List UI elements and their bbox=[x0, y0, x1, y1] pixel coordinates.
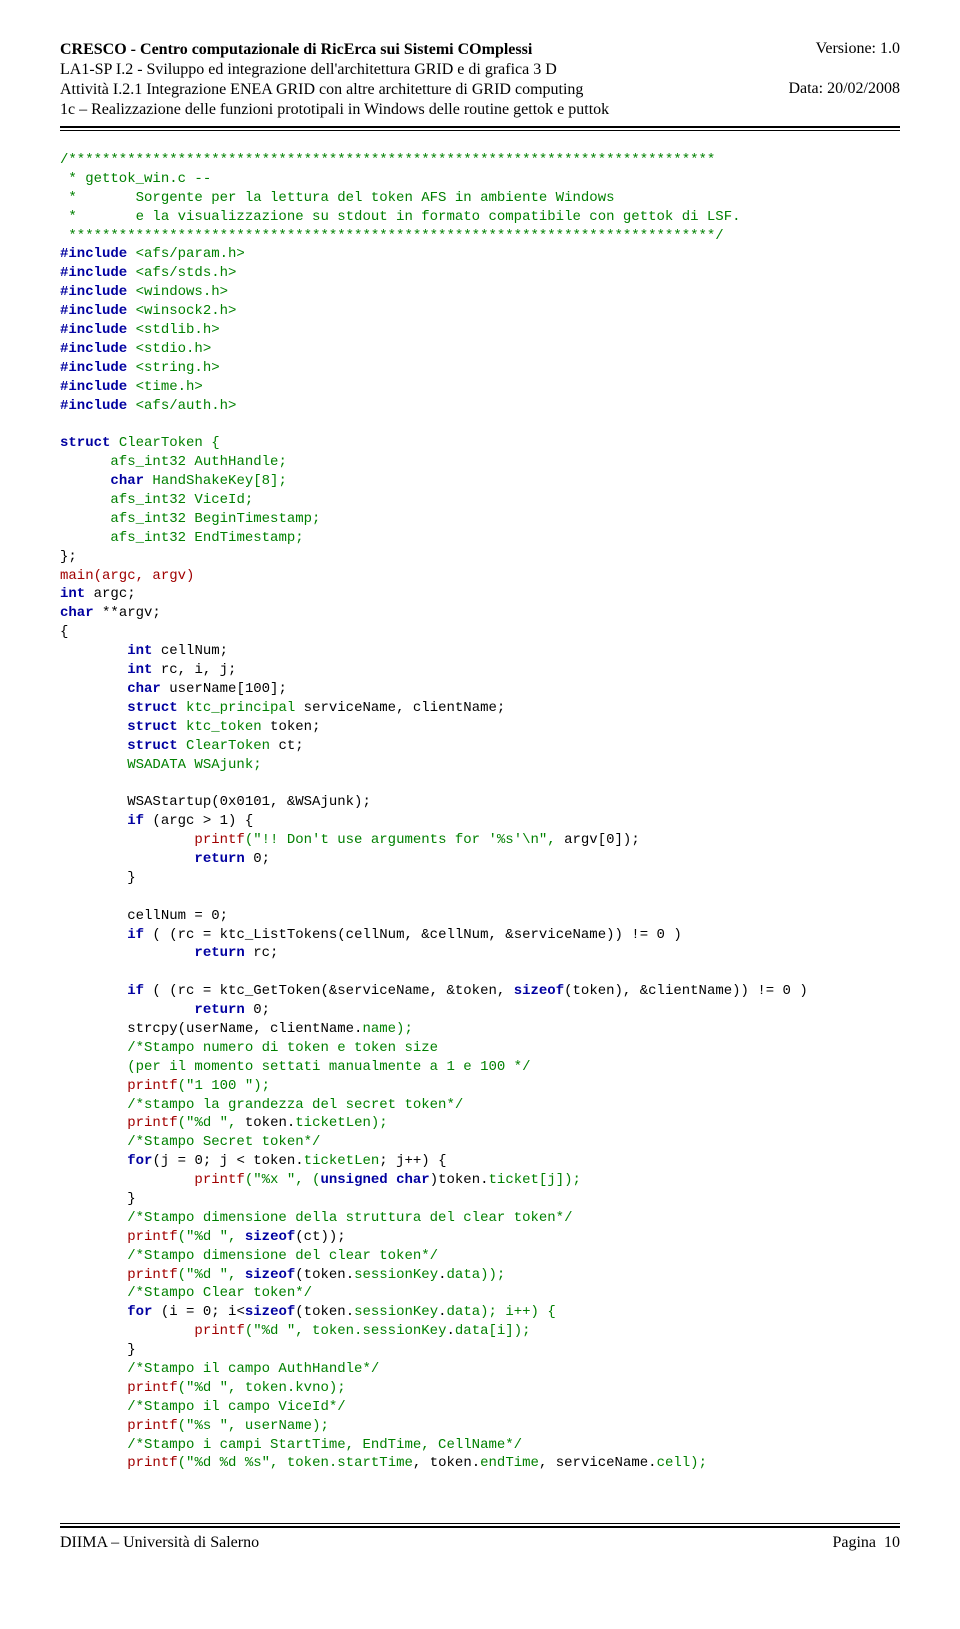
doc-version: Versione: 1.0 bbox=[788, 40, 900, 58]
doc-subline-2: Attività I.2.1 Integrazione ENEA GRID co… bbox=[60, 80, 609, 100]
document-header: CRESCO - Centro computazionale di RicErc… bbox=[60, 40, 900, 131]
doc-title: CRESCO - Centro computazionale di RicErc… bbox=[60, 40, 609, 60]
document-footer: DIIMA – Università di Salerno Pagina 10 bbox=[60, 1523, 900, 1552]
doc-subline-1: LA1-SP I.2 - Sviluppo ed integrazione de… bbox=[60, 60, 609, 80]
footer-left: DIIMA – Università di Salerno bbox=[60, 1534, 259, 1552]
source-code-block: /***************************************… bbox=[60, 151, 900, 1473]
footer-right: Pagina 10 bbox=[832, 1534, 900, 1552]
doc-subline-3: 1c – Realizzazione delle funzioni protot… bbox=[60, 100, 609, 120]
doc-date: Data: 20/02/2008 bbox=[788, 80, 900, 98]
